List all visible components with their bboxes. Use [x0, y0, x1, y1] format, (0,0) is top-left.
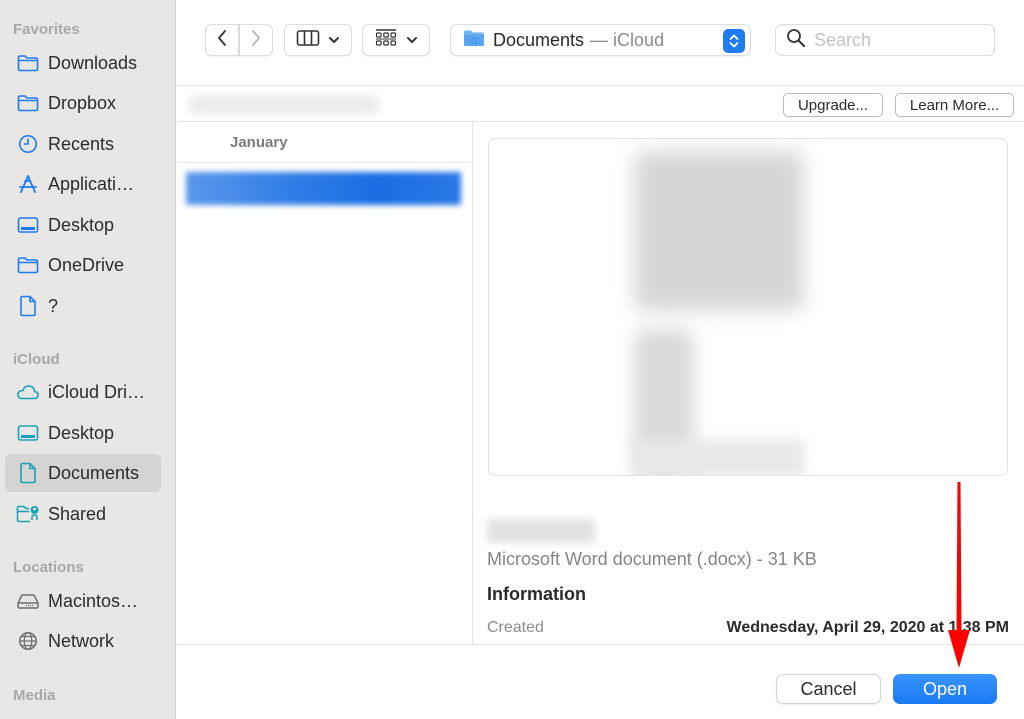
desktop-icon: [16, 214, 40, 236]
open-file-dialog: Favorites Downloads Dropbox Recents Appl…: [0, 0, 1024, 719]
sidebar-item-label: Network: [48, 630, 115, 651]
section-title-media: Media: [13, 687, 56, 704]
upgrade-button[interactable]: Upgrade...: [783, 93, 883, 117]
sidebar-item-label: Recents: [48, 133, 115, 154]
sidebar-item-documents[interactable]: Documents: [5, 454, 161, 492]
search-field[interactable]: [775, 24, 995, 56]
folder-icon: [16, 52, 40, 74]
forward-button[interactable]: [239, 24, 273, 56]
sidebar-item-label: Shared: [48, 503, 107, 524]
section-title-locations: Locations: [13, 559, 84, 576]
sidebar-item-label: OneDrive: [48, 254, 125, 275]
cancel-button[interactable]: Cancel: [776, 674, 881, 704]
file-row-selected[interactable]: [186, 172, 461, 205]
group-button[interactable]: [362, 24, 430, 56]
created-value: Wednesday, April 29, 2020 at 1:38 PM: [726, 619, 1010, 636]
information-heading: Information: [487, 584, 586, 604]
sidebar-item-label: Downloads: [48, 52, 138, 73]
sidebar-item-label: Desktop: [48, 214, 115, 235]
sidebar-item-icloud-desktop[interactable]: Desktop: [5, 414, 161, 452]
chevron-down-icon: [406, 31, 418, 49]
selected-file-redacted: [186, 172, 461, 205]
sidebar-item-downloads[interactable]: Downloads: [5, 44, 161, 82]
sidebar-item-label: iCloud Dri…: [48, 381, 146, 402]
section-title-favorites: Favorites: [13, 21, 80, 38]
applications-icon: [16, 173, 40, 195]
location-subtitle: — iCloud: [590, 29, 665, 50]
sidebar-item-label: Dropbox: [48, 92, 117, 113]
document-thumbnail-redacted: [634, 151, 804, 311]
location-name: Documents: [493, 29, 585, 50]
folder-icon: [16, 92, 40, 114]
dialog-footer: Cancel Open: [177, 644, 1024, 719]
sidebar-item-label: ?: [48, 295, 59, 316]
created-label: Created: [487, 619, 544, 636]
sidebar-item-label: Applicati…: [48, 173, 135, 194]
hard-drive-icon: [16, 590, 40, 612]
file-kind: Microsoft Word document (.docx) - 31 KB: [487, 549, 817, 569]
sidebar: Favorites Downloads Dropbox Recents Appl…: [0, 0, 176, 719]
storage-info-redacted: [189, 95, 379, 115]
annotation-arrow-icon: [948, 482, 970, 668]
sidebar-item-desktop[interactable]: Desktop: [5, 206, 161, 244]
document-thumbnail-redacted: [634, 439, 804, 475]
file-column: January: [177, 122, 473, 644]
sidebar-item-label: Desktop: [48, 422, 115, 443]
location-dropdown[interactable]: Documents — iCloud: [450, 24, 751, 56]
column-group-header: January: [177, 122, 472, 163]
sidebar-item-dropbox[interactable]: Dropbox: [5, 84, 161, 122]
sidebar-item-recents[interactable]: Recents: [5, 125, 161, 163]
document-icon: [16, 462, 40, 484]
search-icon: [786, 28, 806, 53]
sidebar-item-onedrive[interactable]: OneDrive: [5, 246, 161, 284]
sidebar-item-macintosh-hd[interactable]: Macintos…: [5, 582, 161, 620]
globe-icon: [16, 630, 40, 652]
file-preview: [488, 138, 1008, 476]
up-down-chevron-icon: [723, 29, 745, 53]
file-name-redacted: [487, 519, 595, 543]
back-button[interactable]: [205, 24, 239, 56]
desktop-icon: [16, 422, 40, 444]
sidebar-item-label: Macintos…: [48, 590, 139, 611]
sidebar-item-shared[interactable]: Shared: [5, 495, 161, 533]
columns-view-icon: [296, 29, 320, 52]
chevron-down-icon: [328, 31, 340, 49]
cloud-icon: [16, 381, 40, 403]
sidebar-item-unknown[interactable]: ?: [5, 287, 161, 325]
clock-icon: [16, 133, 40, 155]
icloud-storage-bar: Upgrade... Learn More...: [177, 86, 1024, 122]
chevron-left-icon: [216, 29, 228, 52]
document-icon: [16, 295, 40, 317]
sidebar-item-network[interactable]: Network: [5, 622, 161, 660]
section-title-icloud: iCloud: [13, 351, 60, 368]
open-button[interactable]: Open: [893, 674, 997, 704]
toolbar: Documents — iCloud: [177, 0, 1024, 86]
search-input[interactable]: [814, 29, 984, 51]
shared-folder-icon: [16, 503, 40, 525]
sidebar-item-label: Documents: [48, 462, 140, 483]
learn-more-button[interactable]: Learn More...: [895, 93, 1014, 117]
chevron-right-icon: [250, 29, 262, 52]
folder-icon: [463, 29, 485, 52]
view-mode-button[interactable]: [284, 24, 352, 56]
group-grid-icon: [374, 28, 398, 53]
sidebar-item-icloud-drive[interactable]: iCloud Dri…: [5, 373, 161, 411]
sidebar-item-applications[interactable]: Applicati…: [5, 165, 161, 203]
folder-icon: [16, 254, 40, 276]
